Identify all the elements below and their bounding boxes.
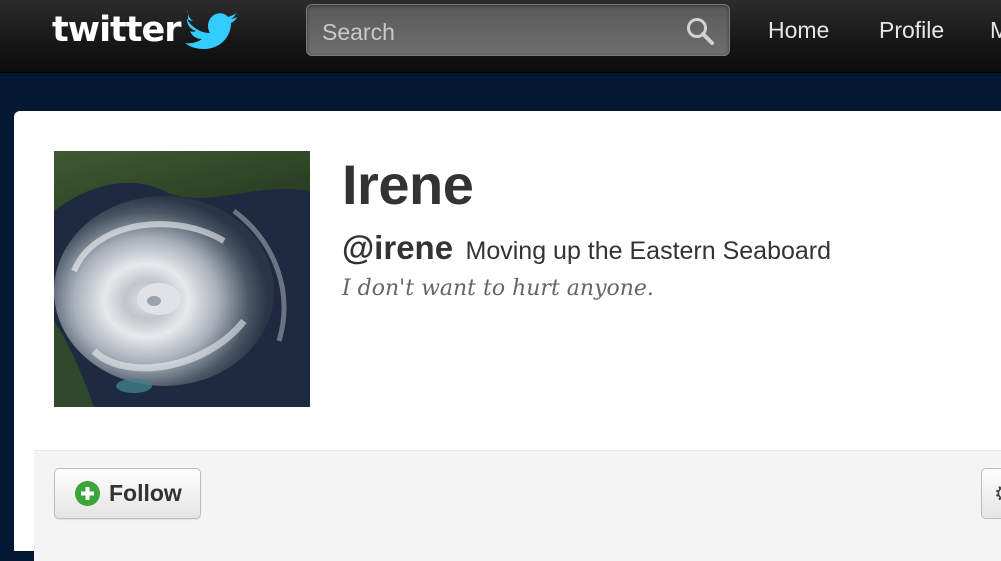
profile-location: Moving up the Eastern Seaboard xyxy=(465,237,832,265)
top-navigation-bar: twitter Search Home Profile M xyxy=(0,0,1001,73)
nav-messages-link[interactable]: M xyxy=(990,17,1001,44)
twitter-bird-icon xyxy=(184,9,237,49)
profile-actions-bar: Follow ⚙ xyxy=(34,450,1001,561)
twitter-logo[interactable]: twitter xyxy=(52,6,238,54)
twitter-wordmark: twitter xyxy=(52,9,182,50)
search-input[interactable]: Search xyxy=(306,4,730,56)
profile-handle: @irene xyxy=(342,229,454,266)
follow-button[interactable]: Follow xyxy=(54,468,201,519)
search-placeholder: Search xyxy=(322,19,395,45)
profile-card: Irene @irene Moving up the Eastern Seabo… xyxy=(14,111,1001,561)
profile-bio: I don't want to hurt anyone. xyxy=(342,276,654,301)
profile-avatar[interactable] xyxy=(54,151,310,407)
nav-profile-link[interactable]: Profile xyxy=(879,17,944,44)
more-actions-button[interactable]: ⚙ xyxy=(981,468,1001,519)
plus-circle-icon xyxy=(75,481,100,506)
profile-handle-line: @irene Moving up the Eastern Seaboard xyxy=(342,231,831,264)
nav-home-link[interactable]: Home xyxy=(768,17,829,44)
follow-label: Follow xyxy=(109,480,182,506)
gear-icon: ⚙ xyxy=(994,481,1001,507)
search-icon[interactable] xyxy=(685,17,715,45)
profile-name: Irene xyxy=(342,153,474,216)
